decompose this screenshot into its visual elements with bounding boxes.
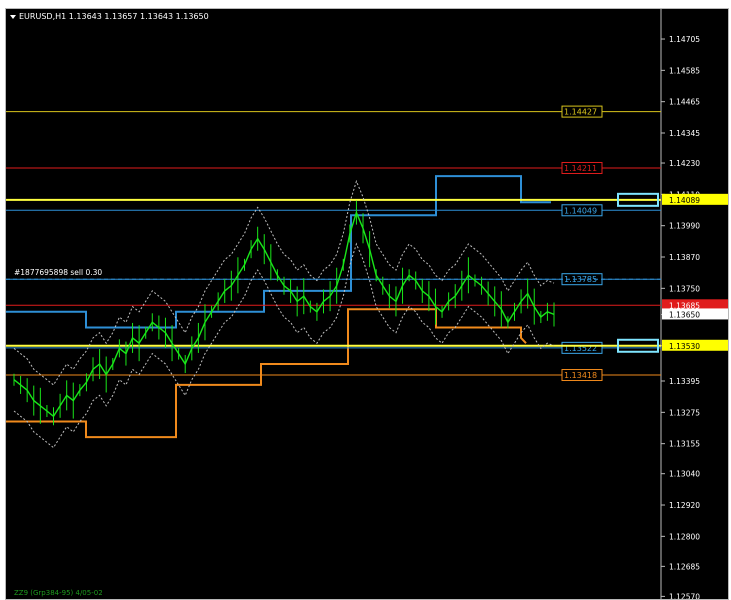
price-flag-label: 1.13650 (669, 310, 700, 319)
y-tick-label: 1.12685 (669, 562, 700, 571)
symbol-header: EURUSD,H1 1.13643 1.13657 1.13643 1.1365… (10, 12, 209, 21)
upper-step-indicator (6, 175, 551, 329)
y-tick-label: 1.12800 (669, 532, 700, 541)
level-label: 1.14049 (564, 206, 597, 215)
y-tick-label: 1.12570 (669, 592, 700, 599)
level-label: 1.14211 (564, 164, 597, 173)
lower-step-indicator (6, 308, 527, 439)
y-tick-label: 1.14705 (669, 35, 700, 44)
y-tick-label: 1.13275 (669, 408, 700, 417)
price-line (13, 210, 555, 418)
y-tick-label: 1.14585 (669, 66, 700, 75)
price-chart[interactable]: 1.147051.145851.144651.143451.142301.141… (6, 9, 728, 599)
y-tick-label: 1.14345 (669, 129, 700, 138)
y-tick-label: 1.14465 (669, 98, 700, 107)
y-tick-label: 1.13870 (669, 253, 700, 262)
y-tick-label: 1.12920 (669, 501, 700, 510)
chart-window[interactable]: 1.147051.145851.144651.143451.142301.141… (5, 8, 729, 600)
dropdown-triangle-icon[interactable] (10, 14, 16, 19)
symbol-line: EURUSD,H1 1.13643 1.13657 1.13643 1.1365… (19, 12, 209, 21)
indicator-footer: ZZ9 (Grp384-95) 4/05-02 (14, 589, 103, 597)
price-flag-label: 1.14089 (669, 196, 700, 205)
y-tick-label: 1.14230 (669, 159, 700, 168)
y-tick-label: 1.13395 (669, 377, 700, 386)
order-label: #1877695898 sell 0.30 (14, 268, 102, 277)
price-flag-label: 1.13530 (669, 342, 700, 351)
level-label: 1.14427 (564, 108, 597, 117)
level-label: 1.13418 (564, 371, 597, 380)
y-tick-label: 1.13155 (669, 440, 700, 449)
y-tick-label: 1.13990 (669, 222, 700, 231)
y-tick-label: 1.13040 (669, 470, 700, 479)
y-tick-label: 1.13750 (669, 284, 700, 293)
